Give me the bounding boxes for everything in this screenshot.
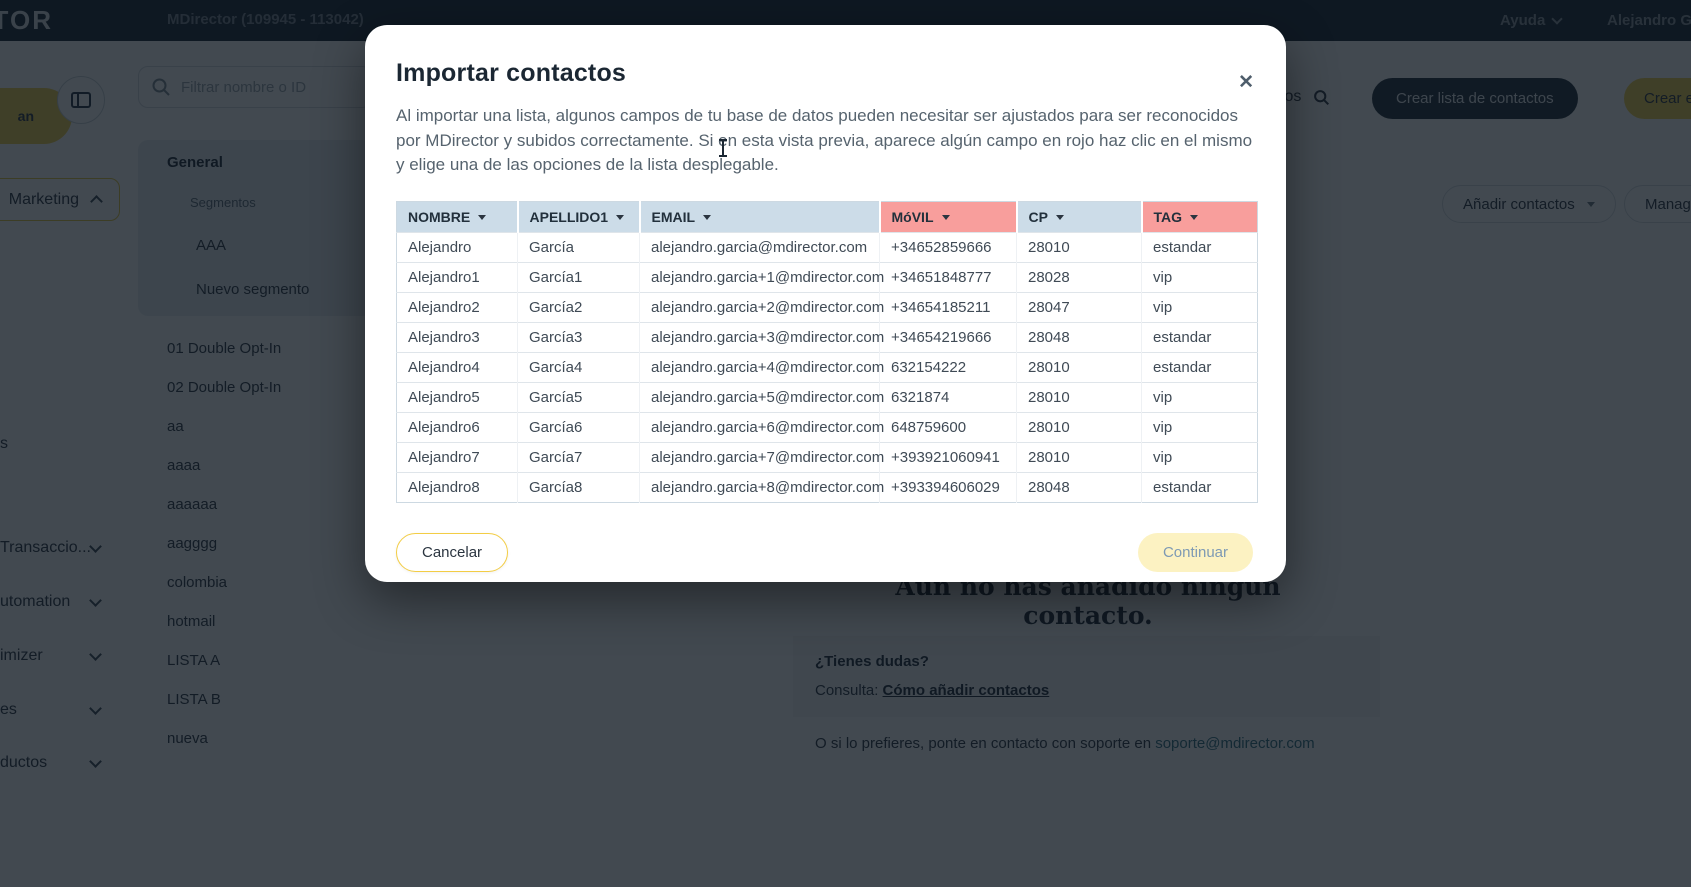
- cell: vip: [1142, 292, 1258, 322]
- cell: Alejandro4: [397, 352, 518, 382]
- column-header-apellido1[interactable]: APELLIDO1: [518, 201, 640, 232]
- cell: García6: [518, 412, 640, 442]
- table-header-row: NOMBRE APELLIDO1 EMAIL MóVIL CP TAG: [397, 201, 1258, 232]
- cancel-button[interactable]: Cancelar: [396, 533, 508, 572]
- table-row: Alejandro3García3alejandro.garcia+3@mdir…: [397, 322, 1258, 352]
- cell: Alejandro: [397, 232, 518, 262]
- column-label: CP: [1029, 209, 1048, 225]
- cell: Alejandro6: [397, 412, 518, 442]
- close-icon[interactable]: ✕: [1238, 71, 1254, 94]
- cell: +34651848777: [880, 262, 1017, 292]
- caret-down-icon: [1190, 215, 1198, 220]
- cell: alejandro.garcia+2@mdirector.com: [640, 292, 880, 322]
- modal-title: Importar contactos: [396, 59, 1255, 88]
- cell: Alejandro7: [397, 442, 518, 472]
- cell: +393394606029: [880, 472, 1017, 502]
- cell: 28048: [1017, 472, 1142, 502]
- cell: Alejandro1: [397, 262, 518, 292]
- column-label: MóVIL: [892, 209, 934, 225]
- import-contacts-modal: Importar contactos ✕ Al importar una lis…: [365, 25, 1286, 582]
- cell: 6321874: [880, 382, 1017, 412]
- cell: 648759600: [880, 412, 1017, 442]
- cell: García7: [518, 442, 640, 472]
- column-header-nombre[interactable]: NOMBRE: [397, 201, 518, 232]
- cell: alejandro.garcia+8@mdirector.com: [640, 472, 880, 502]
- table-row: Alejandro5García5alejandro.garcia+5@mdir…: [397, 382, 1258, 412]
- cell: +34654185211: [880, 292, 1017, 322]
- cell: García5: [518, 382, 640, 412]
- table-row: Alejandro4García4alejandro.garcia+4@mdir…: [397, 352, 1258, 382]
- cell: vip: [1142, 442, 1258, 472]
- cell: 28010: [1017, 232, 1142, 262]
- caret-down-icon: [942, 215, 950, 220]
- cell: alejandro.garcia+5@mdirector.com: [640, 382, 880, 412]
- cell: García3: [518, 322, 640, 352]
- caret-down-icon: [1056, 215, 1064, 220]
- cell: vip: [1142, 382, 1258, 412]
- cell: 28010: [1017, 352, 1142, 382]
- cell: 632154222: [880, 352, 1017, 382]
- column-label: APELLIDO1: [530, 209, 609, 225]
- table-row: Alejandro2García2alejandro.garcia+2@mdir…: [397, 292, 1258, 322]
- cell: García8: [518, 472, 640, 502]
- cell: alejandro.garcia+7@mdirector.com: [640, 442, 880, 472]
- cell: +393921060941: [880, 442, 1017, 472]
- cell: alejandro.garcia+4@mdirector.com: [640, 352, 880, 382]
- cell: estandar: [1142, 322, 1258, 352]
- cell: García2: [518, 292, 640, 322]
- table-row: Alejandro6García6alejandro.garcia+6@mdir…: [397, 412, 1258, 442]
- cell: Alejandro2: [397, 292, 518, 322]
- cell: 28048: [1017, 322, 1142, 352]
- column-header-movil[interactable]: MóVIL: [880, 201, 1017, 232]
- cell: 28047: [1017, 292, 1142, 322]
- table-row: Alejandro1García1alejandro.garcia+1@mdir…: [397, 262, 1258, 292]
- column-header-email[interactable]: EMAIL: [640, 201, 880, 232]
- table-row: Alejandro8García8alejandro.garcia+8@mdir…: [397, 472, 1258, 502]
- cell: 28010: [1017, 412, 1142, 442]
- cell: estandar: [1142, 472, 1258, 502]
- continue-button[interactable]: Continuar: [1138, 533, 1253, 572]
- modal-footer: Cancelar Continuar: [396, 532, 1253, 572]
- cell: +34652859666: [880, 232, 1017, 262]
- modal-description: Al importar una lista, algunos campos de…: [396, 104, 1258, 178]
- cell: vip: [1142, 412, 1258, 442]
- cell: alejandro.garcia@mdirector.com: [640, 232, 880, 262]
- cell: +34654219666: [880, 322, 1017, 352]
- cell: estandar: [1142, 232, 1258, 262]
- caret-down-icon: [616, 215, 624, 220]
- column-label: EMAIL: [652, 209, 696, 225]
- cell: 28010: [1017, 382, 1142, 412]
- cell: García4: [518, 352, 640, 382]
- cell: Alejandro3: [397, 322, 518, 352]
- column-header-cp[interactable]: CP: [1017, 201, 1142, 232]
- cell: alejandro.garcia+1@mdirector.com: [640, 262, 880, 292]
- text-cursor: [722, 139, 724, 157]
- table-row: Alejandro7García7alejandro.garcia+7@mdir…: [397, 442, 1258, 472]
- cell: 28010: [1017, 442, 1142, 472]
- import-preview-table: NOMBRE APELLIDO1 EMAIL MóVIL CP TAG Alej…: [396, 201, 1258, 503]
- cell: García: [518, 232, 640, 262]
- cell: Alejandro5: [397, 382, 518, 412]
- cell: García1: [518, 262, 640, 292]
- caret-down-icon: [703, 215, 711, 220]
- cell: alejandro.garcia+3@mdirector.com: [640, 322, 880, 352]
- cell: estandar: [1142, 352, 1258, 382]
- column-label: NOMBRE: [408, 209, 470, 225]
- caret-down-icon: [478, 215, 486, 220]
- cell: vip: [1142, 262, 1258, 292]
- column-header-tag[interactable]: TAG: [1142, 201, 1258, 232]
- cell: 28028: [1017, 262, 1142, 292]
- column-label: TAG: [1154, 209, 1183, 225]
- cell: Alejandro8: [397, 472, 518, 502]
- cell: alejandro.garcia+6@mdirector.com: [640, 412, 880, 442]
- table-row: AlejandroGarcíaalejandro.garcia@mdirecto…: [397, 232, 1258, 262]
